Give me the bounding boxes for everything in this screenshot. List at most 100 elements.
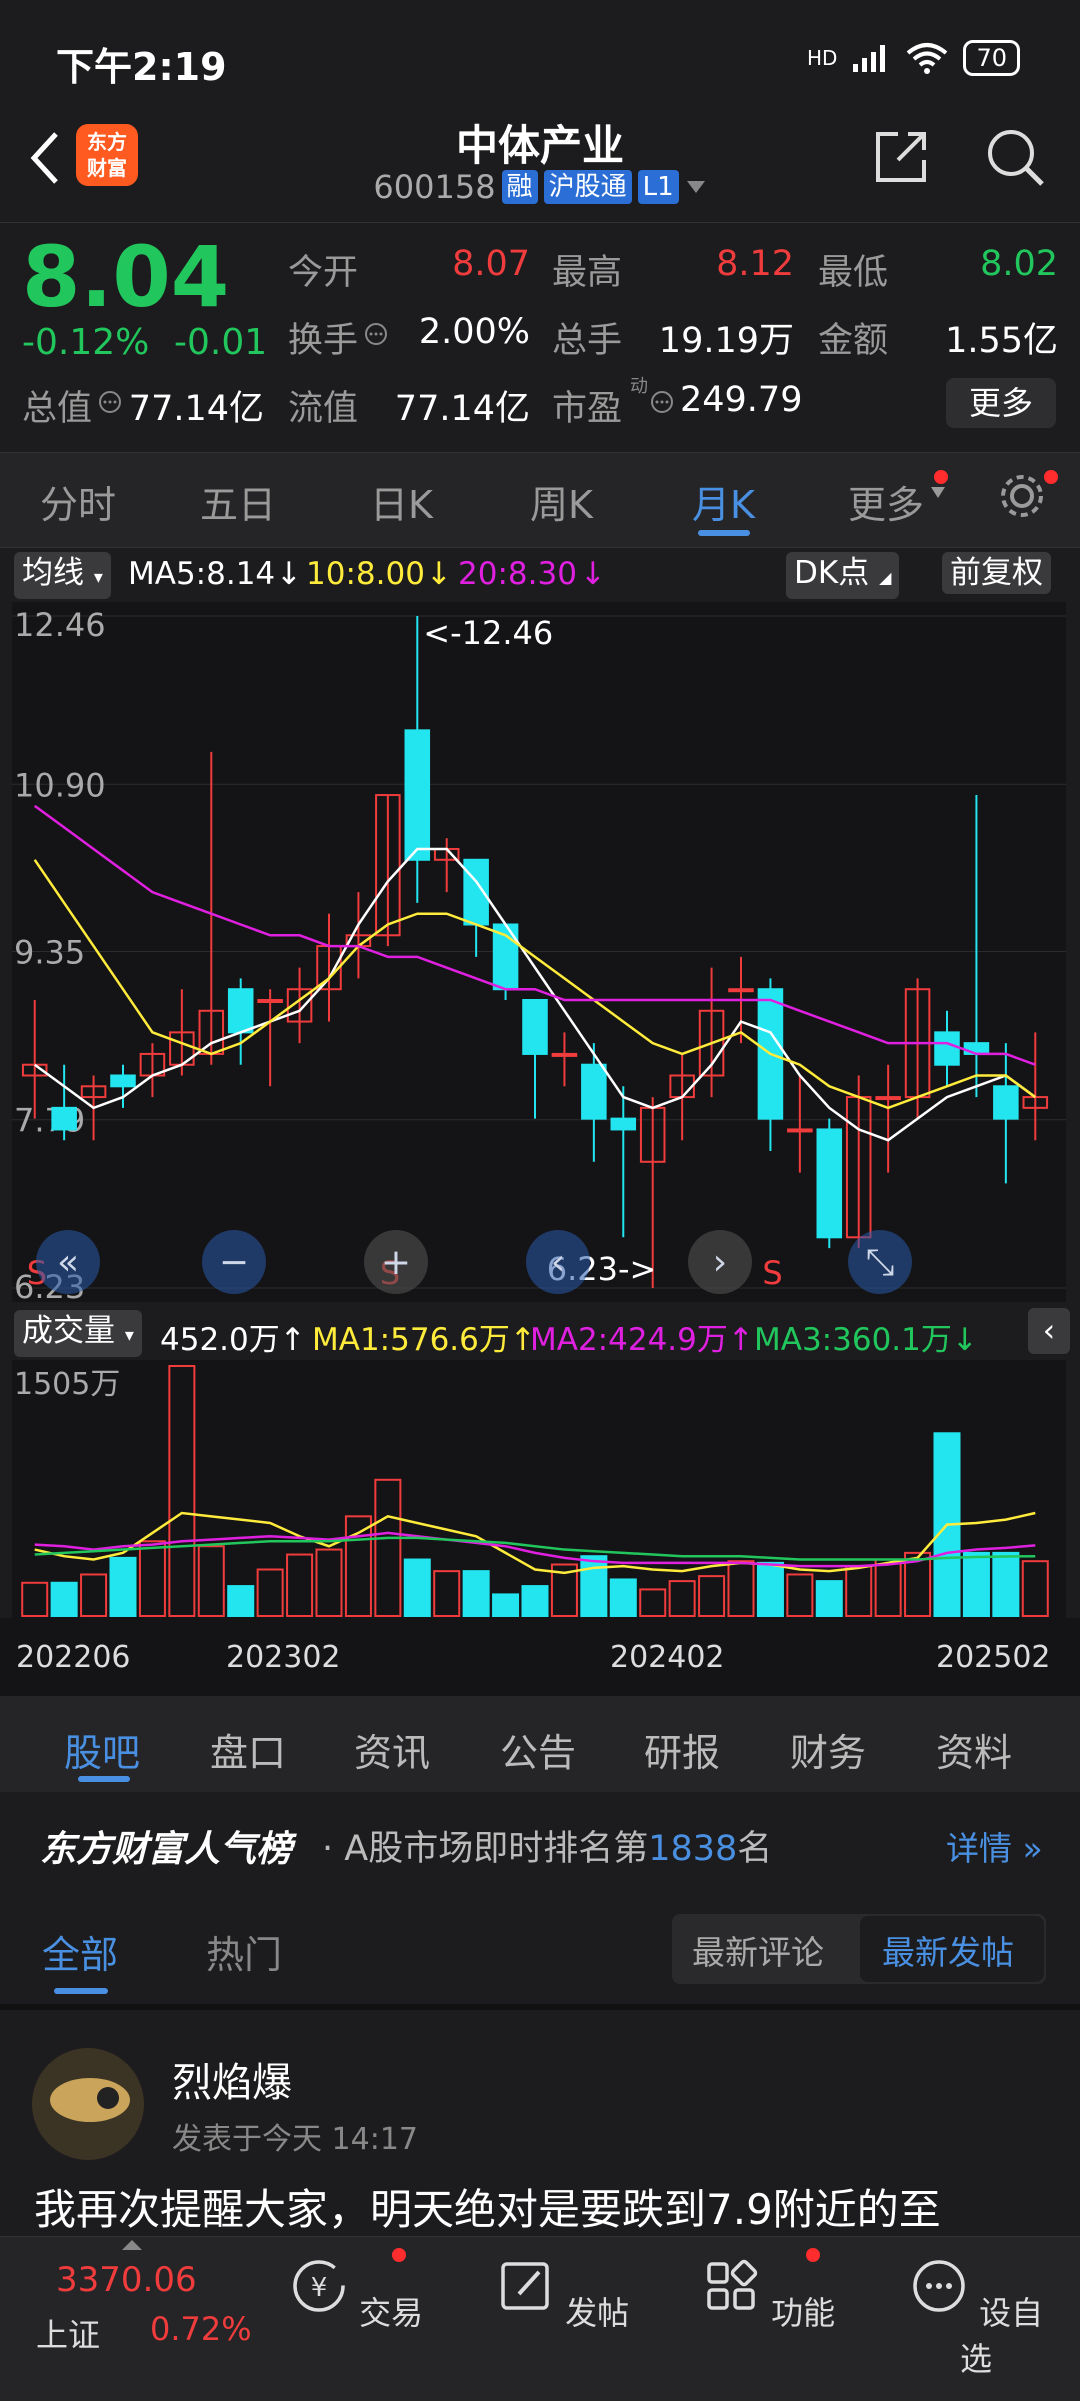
label-high: 最高 (552, 253, 623, 293)
grid-apps-icon (707, 2259, 758, 2310)
tab-announcements[interactable]: 公告 (500, 1722, 576, 1777)
value-amount: 1.55亿 (945, 321, 1058, 361)
candle-body (963, 1042, 990, 1055)
nav-trade[interactable]: ¥ 交易 (276, 2256, 436, 2334)
post-item[interactable]: 烈焰爆 发表于今天 14:17 我再次提醒大家，明天绝对是要跌到7.9附近的至 (0, 2004, 1080, 2242)
share-icon[interactable] (872, 128, 930, 186)
ranking-details-link[interactable]: 详情 » (946, 1822, 1043, 1870)
battery-indicator: 70 (963, 40, 1020, 76)
filter-all[interactable]: 全部 (42, 1924, 118, 1979)
volume-bar (609, 1578, 637, 1618)
nav-post[interactable]: 发帖 (482, 2256, 642, 2334)
dk-point-button[interactable]: DK点 ◢ (786, 552, 900, 599)
collapse-left-icon[interactable]: ‹ (1028, 1308, 1070, 1354)
volume-bar (698, 1575, 726, 1617)
volume-bar (492, 1593, 520, 1618)
ranking-brand: 东方财富人气榜 (40, 1829, 293, 1870)
volume-ma2: MA2:424.9万↑ (530, 1322, 754, 1358)
kline-chart[interactable]: 12.4610.909.357.796.23<-12.466.23->SSS«−… (12, 602, 1066, 1306)
value-turnover: 2.00% (418, 312, 530, 352)
y-tick-label: 10.90 (14, 766, 106, 804)
tab-news[interactable]: 资讯 (354, 1722, 430, 1777)
scroll-right-icon-glyph: › (713, 1242, 727, 1283)
index-value[interactable]: 3370.06 (56, 2260, 197, 2300)
nav-watchlist[interactable]: 设自选 (896, 2256, 1056, 2380)
candle-body (934, 1031, 960, 1066)
tab-five-day[interactable]: 五日 (200, 474, 276, 529)
notification-dot (934, 470, 948, 484)
volume-bar (374, 1478, 402, 1618)
value-open: 8.07 (452, 244, 530, 284)
ma20-value: 20:8.30 (458, 556, 577, 592)
tab-daily[interactable]: 日K (370, 474, 433, 529)
tab-monthly[interactable]: 月K (692, 474, 755, 529)
nav-functions[interactable]: 功能 (688, 2256, 848, 2334)
value-pe: 249.79 (680, 380, 803, 420)
yuan-coin-icon: ¥ (293, 2260, 345, 2312)
volume-bar (845, 1565, 873, 1617)
change-percent: -0.12% (22, 322, 150, 363)
volume-bar (403, 1558, 431, 1617)
label-float-cap: 流值 (288, 389, 359, 429)
volume-chart[interactable]: 1505万 (12, 1360, 1066, 1618)
more-quote-button[interactable]: 更多 (946, 378, 1056, 428)
candle-body (551, 1052, 578, 1057)
volume-bar (1021, 1560, 1049, 1617)
volume-bar (815, 1580, 843, 1617)
wifi-icon (907, 43, 948, 74)
info-dots-icon[interactable] (364, 322, 388, 346)
active-tab-indicator (698, 530, 750, 536)
index-change[interactable]: 0.72% (150, 2310, 252, 2348)
volume-ma2_line (34, 1531, 1036, 1568)
ma-selector[interactable]: 均线 ▾ (14, 552, 111, 599)
tab-guba[interactable]: 股吧 (64, 1722, 140, 1777)
post-author[interactable]: 烈焰爆 (172, 2050, 292, 2108)
scroll-far-left-icon-glyph: « (57, 1242, 79, 1283)
tab-profile[interactable]: 资料 (936, 1722, 1012, 1777)
popularity-ranking[interactable]: 东方财富人气榜 · A股市场即时排名第1838名 详情 » (0, 1792, 1080, 1892)
volume-bar (668, 1580, 696, 1617)
tab-research[interactable]: 研报 (644, 1722, 720, 1777)
candle-body (404, 729, 431, 861)
tag-margin: 融 (501, 170, 538, 204)
tab-handicap[interactable]: 盘口 (210, 1722, 286, 1777)
label-open: 今开 (288, 253, 359, 293)
tab-more[interactable]: 更多 (848, 474, 924, 529)
change-amount: -0.01 (174, 322, 268, 363)
settings-gear-icon[interactable] (996, 470, 1048, 522)
volume-bar (80, 1573, 108, 1617)
volume-bar (227, 1585, 255, 1618)
filter-hot[interactable]: 热门 (206, 1924, 282, 1979)
info-dots-icon[interactable] (98, 390, 122, 414)
expand-up-icon[interactable] (122, 2240, 142, 2250)
search-icon[interactable] (984, 126, 1046, 188)
volume-selector[interactable]: 成交量 ▾ (14, 1310, 142, 1357)
tab-intraday[interactable]: 分时 (40, 474, 116, 529)
tab-finance[interactable]: 财务 (790, 1722, 866, 1777)
dropdown-triangle-icon (686, 181, 705, 193)
post-filter-row: 全部 热门 最新评论 最新发帖 (0, 1892, 1080, 2004)
post-content[interactable]: 我再次提醒大家，明天绝对是要跌到7.9附近的至 (34, 2176, 941, 2237)
y-tick-label: 9.35 (14, 933, 85, 971)
avatar[interactable] (32, 2048, 144, 2160)
tab-weekly[interactable]: 周K (530, 474, 593, 529)
index-name[interactable]: 上证 (36, 2310, 100, 2356)
volume-bar (256, 1568, 284, 1617)
candle-body (257, 999, 283, 1003)
volume-bar (580, 1555, 608, 1618)
label-amount: 金额 (818, 321, 889, 361)
candle-body (610, 1117, 637, 1131)
value-high: 8.12 (716, 244, 794, 284)
sort-latest-comment[interactable]: 最新评论 (692, 1926, 824, 1974)
pe-dynamic-sup: 动 (630, 376, 648, 397)
ma5-value: MA5:8.14 (128, 556, 276, 592)
active-section-indicator (78, 1776, 130, 1782)
zoom-in-icon-glyph: + (381, 1242, 411, 1283)
info-dots-icon[interactable] (650, 390, 674, 414)
ma20-down-arrow-icon: ↓ (580, 556, 606, 592)
sort-latest-post[interactable]: 最新发帖 (882, 1926, 1014, 1974)
candle-body (522, 999, 548, 1055)
volume-bar (109, 1556, 137, 1617)
ma10-value: 10:8.00 (306, 556, 425, 592)
adjust-button[interactable]: 前复权 (942, 552, 1051, 594)
